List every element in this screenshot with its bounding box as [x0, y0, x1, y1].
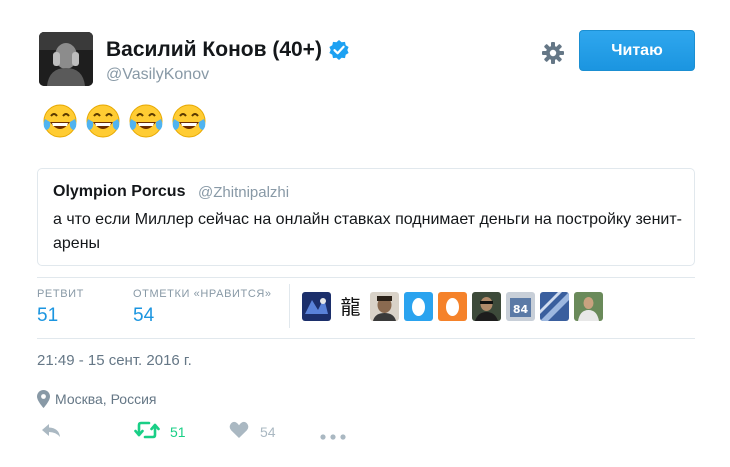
- stats-separator: [289, 284, 290, 328]
- likes-stat-label[interactable]: ОТМЕТКИ «НРАВИТСЯ»: [133, 288, 272, 300]
- liker-avatar[interactable]: [370, 292, 399, 321]
- tears-of-joy-emoji-icon: [41, 102, 79, 140]
- heart-icon[interactable]: [229, 421, 249, 444]
- tears-of-joy-emoji-icon: [127, 102, 165, 140]
- follow-button[interactable]: Читаю: [579, 30, 695, 71]
- tweet-timestamp[interactable]: 21:49 - 15 сент. 2016 г.: [37, 352, 192, 369]
- retweet-icon[interactable]: [134, 420, 160, 445]
- liker-avatar[interactable]: 84: [506, 292, 535, 321]
- author-handle[interactable]: @VasilyKonov: [106, 66, 209, 84]
- like-count[interactable]: 54: [260, 424, 276, 440]
- liker-avatar[interactable]: [574, 292, 603, 321]
- liker-avatar[interactable]: [472, 292, 501, 321]
- svg-text:84: 84: [513, 303, 529, 316]
- location-pin-icon: [37, 390, 50, 408]
- tears-of-joy-emoji-icon: [84, 102, 122, 140]
- more-options-icon[interactable]: [320, 427, 346, 445]
- liker-avatar[interactable]: 龍: [336, 292, 365, 321]
- retweet-count[interactable]: 51: [170, 424, 186, 440]
- liker-avatar-default[interactable]: [404, 292, 433, 321]
- liker-avatar[interactable]: [302, 292, 331, 321]
- quoted-tweet-author-handle: @Zhitnipalzhi: [198, 184, 290, 201]
- tweet-location[interactable]: Москва, Россия: [55, 391, 157, 407]
- quoted-tweet-author-name: Olympion Porcus: [53, 183, 186, 200]
- author-avatar[interactable]: [39, 32, 93, 86]
- retweets-stat-label[interactable]: РЕТВИТ: [37, 288, 84, 300]
- likes-stat-value[interactable]: 54: [133, 305, 154, 327]
- author-display-name[interactable]: Василий Конов (40+): [106, 38, 322, 62]
- stats-bottom-divider: [37, 338, 695, 339]
- tears-of-joy-emoji-icon: [170, 102, 208, 140]
- verified-badge-icon: [328, 39, 350, 61]
- retweets-stat-value[interactable]: 51: [37, 305, 58, 327]
- gear-icon[interactable]: [540, 40, 566, 66]
- quoted-tweet-text: а что если Миллер сейчас на онлайн ставк…: [53, 211, 682, 252]
- svg-text:龍: 龍: [341, 295, 361, 319]
- reply-icon[interactable]: [40, 421, 62, 444]
- stats-top-divider: [37, 277, 695, 278]
- liker-avatar-default[interactable]: [438, 292, 467, 321]
- liker-avatar[interactable]: [540, 292, 569, 321]
